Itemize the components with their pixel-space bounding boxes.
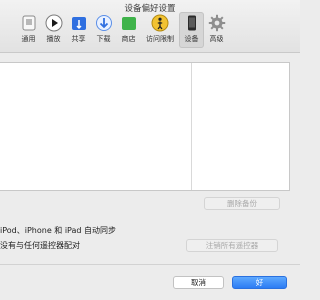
column-divider	[191, 63, 192, 190]
device-backup-list[interactable]	[0, 62, 290, 191]
tab-store[interactable]: 商店	[116, 12, 141, 48]
tab-advanced-label: 高级	[209, 35, 224, 43]
delete-backup-button[interactable]: 删除备份	[204, 197, 280, 210]
tab-download-label: 下载	[96, 35, 111, 43]
tab-sharing[interactable]: 共享	[66, 12, 91, 48]
general-icon	[22, 15, 35, 31]
footer-divider	[0, 264, 300, 265]
toolbar-area: 设备偏好设置 通用 播放 共享 下载 商店 访问限制 设备 高级	[0, 0, 300, 53]
remote-pairing-status: 没有与任何遥控器配对	[0, 241, 80, 250]
tab-advanced[interactable]: 高级	[204, 12, 229, 48]
tab-restrictions[interactable]: 访问限制	[141, 12, 179, 48]
unpair-remotes-button[interactable]: 注销所有遥控器	[186, 239, 278, 252]
device-icon	[187, 15, 196, 31]
tab-download[interactable]: 下载	[91, 12, 116, 48]
tab-sharing-label: 共享	[71, 35, 86, 43]
tab-general[interactable]: 通用	[16, 12, 41, 48]
tab-store-label: 商店	[121, 35, 136, 43]
auto-sync-text: iPod、iPhone 和 iPad 自动同步	[0, 226, 117, 235]
tab-devices-label: 设备	[184, 35, 199, 43]
gear-icon	[208, 14, 225, 32]
tab-playback[interactable]: 播放	[41, 12, 66, 48]
restrictions-icon	[151, 14, 169, 32]
preferences-toolbar: 通用 播放 共享 下载 商店 访问限制 设备 高级	[16, 12, 229, 50]
download-icon	[95, 15, 112, 31]
store-icon	[121, 17, 136, 30]
play-icon	[45, 14, 62, 32]
ok-button[interactable]: 好	[232, 276, 287, 289]
tab-general-label: 通用	[21, 35, 36, 43]
sharing-icon	[71, 17, 86, 30]
tab-devices[interactable]: 设备	[179, 12, 204, 48]
tab-restrictions-label: 访问限制	[146, 35, 174, 43]
cancel-button[interactable]: 取消	[173, 276, 224, 289]
tab-playback-label: 播放	[46, 35, 61, 43]
